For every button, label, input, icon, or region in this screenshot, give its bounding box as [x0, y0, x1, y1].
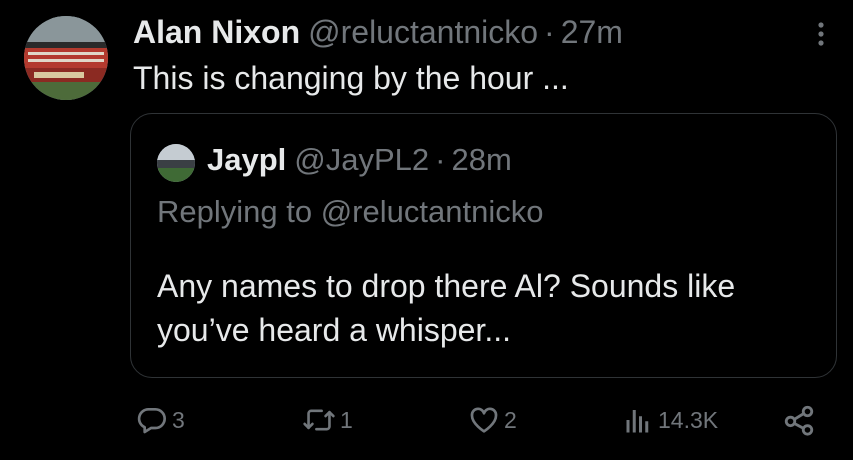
quoted-author-display-name[interactable]: Jaypl	[207, 140, 286, 180]
quoted-author-avatar[interactable]	[157, 144, 195, 182]
action-bar: 3 1 2 14.3K	[0, 398, 853, 442]
author-avatar[interactable]	[24, 16, 108, 100]
tweet-text: This is changing by the hour ...	[133, 60, 569, 96]
quoted-author-handle[interactable]: @JayPL2	[294, 140, 429, 180]
view-count: 14.3K	[658, 406, 719, 433]
tweet-timestamp[interactable]: 27m	[561, 12, 623, 52]
tweet[interactable]: Alan Nixon @reluctantnicko · 27m This is…	[0, 0, 853, 460]
author-display-name[interactable]: Alan Nixon	[133, 12, 300, 52]
quoted-tweet-timestamp[interactable]: 28m	[451, 140, 511, 180]
quoted-tweet-text: Any names to drop there Al? Sounds like …	[157, 268, 736, 348]
repost-button[interactable]: 1	[302, 398, 353, 442]
replying-to-label: Replying to @reluctantnicko	[157, 194, 544, 229]
repost-count: 1	[340, 406, 353, 433]
tweet-header: Alan Nixon @reluctantnicko · 27m	[133, 12, 623, 52]
like-count: 2	[504, 406, 517, 433]
more-vertical-icon[interactable]	[808, 20, 834, 48]
separator-dot: ·	[544, 14, 555, 50]
like-button[interactable]: 2	[468, 398, 517, 442]
reply-icon	[136, 404, 168, 436]
views-chart-icon	[624, 404, 654, 436]
quoted-tweet-header: Jaypl @JayPL2 · 28m	[207, 140, 512, 180]
quoted-tweet[interactable]: Jaypl @JayPL2 · 28m Replying to @relucta…	[130, 113, 837, 378]
views-button[interactable]: 14.3K	[624, 398, 718, 442]
share-button[interactable]	[782, 398, 816, 442]
author-handle[interactable]: @reluctantnicko	[308, 12, 538, 52]
share-icon	[782, 403, 816, 437]
repost-icon	[302, 404, 336, 436]
reply-button[interactable]: 3	[136, 398, 185, 442]
separator-dot: ·	[435, 142, 446, 177]
heart-icon	[468, 404, 500, 436]
reply-count: 3	[172, 406, 185, 433]
